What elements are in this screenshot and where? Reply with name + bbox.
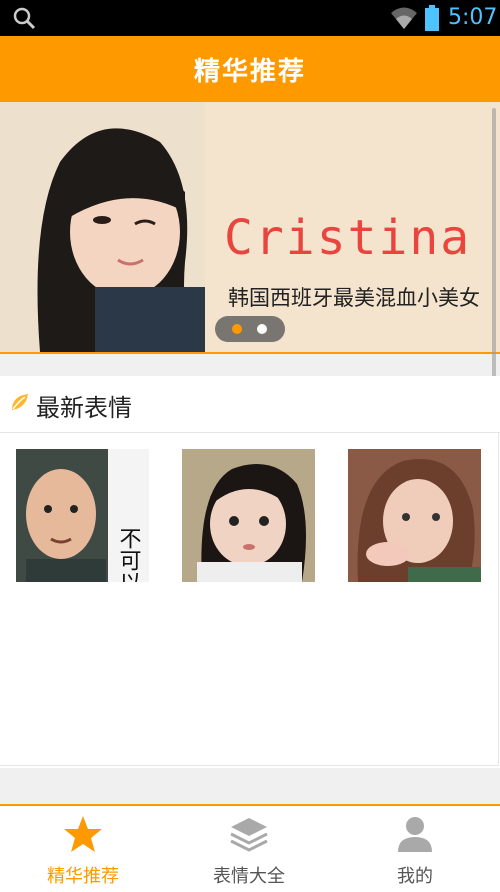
tab-label: 表情大全 — [213, 866, 285, 887]
bottom-tab-bar: 精华推荐 表情大全 我的 — [0, 804, 500, 892]
grid-cell[interactable] — [166, 599, 333, 766]
tab-label: 我的 — [397, 866, 433, 887]
grid-cell[interactable] — [332, 599, 499, 766]
sticker-image — [348, 449, 481, 582]
tab-all-stickers[interactable]: 表情大全 — [166, 806, 332, 892]
status-time: 5:07 — [448, 5, 498, 30]
sticker-image — [182, 449, 315, 582]
indicator-dot-active[interactable] — [232, 324, 242, 334]
latest-section: 最新表情 不可以!! — [0, 376, 500, 768]
banner-photo — [0, 102, 205, 352]
page-title: 精华推荐 — [193, 56, 306, 87]
grid-cell[interactable] — [332, 433, 499, 600]
sticker-image: 不可以!! — [16, 449, 149, 582]
scrollbar[interactable] — [492, 108, 496, 398]
section-gap — [0, 768, 500, 804]
banner-headline: 韩国西班牙最美混血小美女 — [228, 286, 480, 310]
user-icon — [398, 817, 432, 852]
sticker-caption: 不可以!! — [116, 527, 142, 582]
sticker-thumbnail[interactable] — [348, 449, 481, 582]
tab-label: 精华推荐 — [47, 866, 119, 887]
status-bar: 5:07 — [0, 0, 500, 36]
star-icon — [64, 816, 102, 852]
carousel-indicator — [215, 316, 285, 342]
sticker-grid: 不可以!! — [0, 432, 500, 769]
layers-icon — [230, 818, 268, 852]
grid-cell[interactable] — [166, 433, 333, 600]
section-title: 最新表情 — [36, 394, 132, 422]
tab-featured[interactable]: 精华推荐 — [0, 806, 166, 892]
grid-cell[interactable] — [0, 599, 167, 766]
grid-cell[interactable]: 不可以!! — [0, 433, 167, 600]
banner-name: Cristina — [224, 210, 472, 266]
sticker-thumbnail[interactable] — [182, 449, 315, 582]
battery-icon — [425, 5, 439, 31]
title-bar: 精华推荐 — [0, 36, 500, 102]
banner-carousel[interactable]: Cristina 韩国西班牙最美混血小美女 — [0, 102, 500, 352]
tab-mine[interactable]: 我的 — [332, 806, 498, 892]
banner-divider — [0, 352, 500, 354]
section-header: 最新表情 — [0, 376, 500, 432]
leaf-icon — [12, 394, 28, 410]
wifi-icon — [391, 7, 417, 29]
indicator-dot[interactable] — [257, 324, 267, 334]
search-icon[interactable] — [12, 6, 36, 30]
sticker-thumbnail[interactable]: 不可以!! — [16, 449, 149, 582]
